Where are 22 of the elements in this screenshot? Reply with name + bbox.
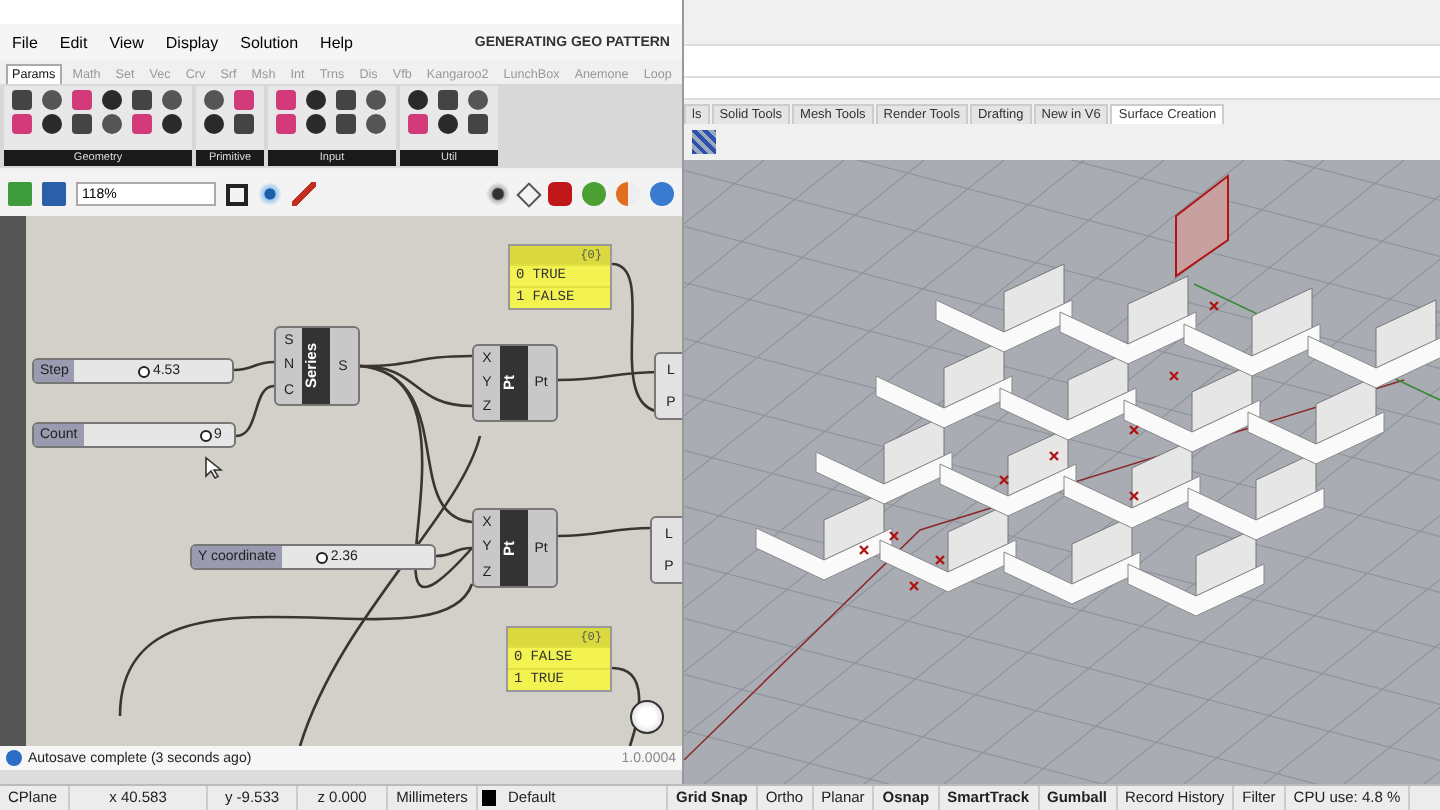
slider-thumb[interactable] [200, 430, 212, 442]
menu-item[interactable]: Display [165, 33, 219, 51]
zoom-extents-icon[interactable] [226, 183, 248, 205]
menu-item[interactable]: File [12, 33, 38, 51]
sphere-icon[interactable] [650, 182, 674, 206]
sphere-icon[interactable] [582, 182, 606, 206]
knob-icon[interactable] [630, 700, 664, 734]
shaded-shape-icon[interactable] [548, 182, 572, 206]
command-field[interactable] [684, 76, 1440, 100]
slider-thumb[interactable] [316, 552, 329, 564]
preview-icon[interactable] [486, 182, 510, 206]
layer-swatch-icon [482, 790, 496, 806]
surface-grid-icon[interactable] [692, 130, 716, 154]
menu-item[interactable]: Edit [59, 33, 88, 51]
slider-thumb[interactable] [138, 366, 151, 378]
menu-item[interactable]: Help [320, 33, 353, 51]
info-icon [6, 750, 22, 766]
sphere-icon[interactable] [616, 182, 640, 206]
menu-item[interactable]: View [109, 33, 144, 51]
eye-icon[interactable] [258, 182, 282, 206]
cursor-icon [204, 456, 224, 480]
menu-item[interactable]: Solution [240, 33, 299, 51]
